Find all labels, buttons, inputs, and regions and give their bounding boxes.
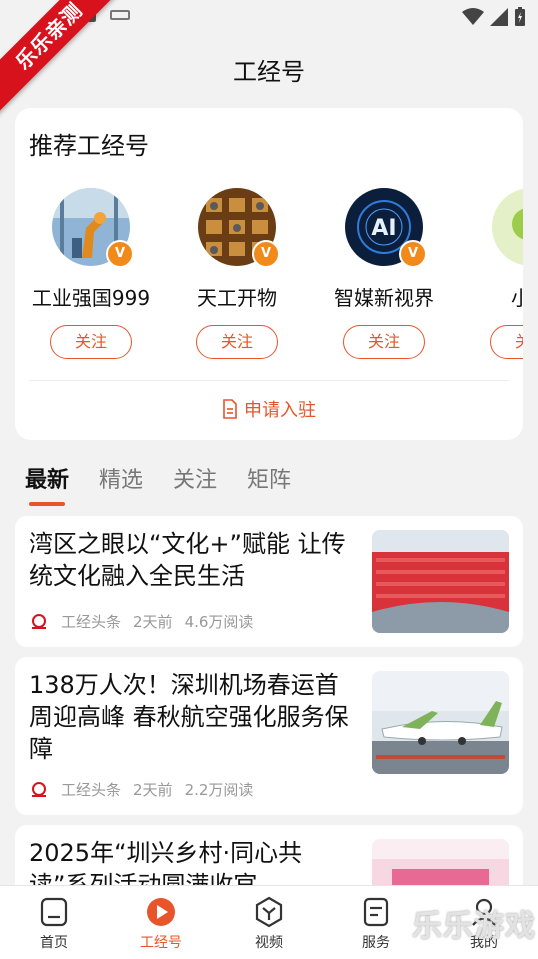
play-icon <box>147 898 175 926</box>
news-title[interactable]: 湾区之眼以“文化+”赋能 让传统文化融入全民生活 <box>29 528 354 592</box>
tab-label: 工经号 <box>140 935 182 951</box>
battery-icon <box>515 7 525 26</box>
account-name: 工业强国999 <box>31 286 151 310</box>
document-icon <box>223 399 237 419</box>
news-source: 工经头条 <box>61 781 122 799</box>
service-icon <box>363 897 389 927</box>
news-time: 2天前 <box>133 781 173 799</box>
follow-button[interactable]: 关注 <box>490 325 523 359</box>
verified-badge: V <box>399 240 427 268</box>
home-icon <box>40 897 68 927</box>
tab-service[interactable]: 服务 <box>336 896 416 952</box>
apply-label: 申请入驻 <box>244 400 316 421</box>
news-meta: 工经头条 2天前 4.6万阅读 <box>29 611 253 632</box>
apply-button[interactable]: 申请入驻 <box>15 396 523 422</box>
news-reads: 4.6万阅读 <box>184 613 254 631</box>
account-item[interactable]: AI V 智媒新视界 关注 <box>324 188 444 359</box>
tab-gongjinghao[interactable]: 工经号 <box>121 896 201 952</box>
account-item[interactable]: V 工业强国999 关注 <box>31 188 151 359</box>
news-item[interactable]: 湾区之眼以“文化+”赋能 让传统文化融入全民生活 工经头条 2天前 4.6万阅读 <box>15 516 523 647</box>
tab-video[interactable]: 视频 <box>229 896 309 952</box>
divider <box>29 380 509 381</box>
tab-latest[interactable]: 最新 <box>25 462 69 506</box>
source-logo-icon <box>32 613 46 629</box>
tab-label: 服务 <box>362 935 390 951</box>
wifi-icon <box>462 8 484 25</box>
account-item[interactable]: 小宝 关注 <box>471 188 523 359</box>
verified-badge: V <box>252 240 280 268</box>
account-avatar[interactable]: V <box>198 188 280 268</box>
tab-label: 视频 <box>255 935 283 951</box>
source-logo-icon <box>32 781 46 797</box>
page-title: 工经号 <box>233 58 305 86</box>
recommend-card: 推荐工经号 V 工业强国999 关注 V 天工开物 关注 AI V 智媒新视界 … <box>15 108 523 440</box>
svg-text:AI: AI <box>371 216 396 241</box>
verified-badge: V <box>106 240 134 268</box>
account-item[interactable]: V 天工开物 关注 <box>177 188 297 359</box>
bottom-tab-bar: 首页 工经号 视频 服务 我的 乐乐游戏 <box>0 885 538 959</box>
tab-label: 首页 <box>40 935 68 951</box>
news-item[interactable]: 138万人次！深圳机场春运首周迎高峰 春秋航空强化服务保障 工经头条 2天前 2… <box>15 657 523 815</box>
account-avatar[interactable]: AI V <box>345 188 427 268</box>
signal-icon <box>490 8 508 26</box>
feed-tabs: 最新 精选 关注 矩阵 <box>25 462 291 506</box>
account-name: 小宝 <box>511 286 523 310</box>
video-icon <box>255 896 283 928</box>
follow-button[interactable]: 关注 <box>196 325 278 359</box>
watermark: 乐乐游戏 <box>412 909 536 944</box>
tab-featured[interactable]: 精选 <box>99 462 143 494</box>
tab-following[interactable]: 关注 <box>173 462 217 494</box>
news-thumbnail[interactable] <box>372 530 509 633</box>
account-avatar[interactable]: V <box>52 188 134 268</box>
news-title[interactable]: 138万人次！深圳机场春运首周迎高峰 春秋航空强化服务保障 <box>29 669 354 765</box>
news-reads: 2.2万阅读 <box>184 781 254 799</box>
account-name: 天工开物 <box>197 286 277 310</box>
tab-matrix[interactable]: 矩阵 <box>247 462 291 494</box>
news-source: 工经头条 <box>61 613 122 631</box>
account-name: 智媒新视界 <box>334 286 434 310</box>
news-meta: 工经头条 2天前 2.2万阅读 <box>29 779 253 800</box>
follow-button[interactable]: 关注 <box>50 325 132 359</box>
recommend-title: 推荐工经号 <box>29 132 149 160</box>
news-time: 2天前 <box>133 613 173 631</box>
tab-home[interactable]: 首页 <box>14 896 94 952</box>
follow-button[interactable]: 关注 <box>343 325 425 359</box>
keyboard-icon <box>110 10 130 20</box>
news-thumbnail[interactable] <box>372 671 509 774</box>
account-avatar[interactable] <box>492 188 523 266</box>
